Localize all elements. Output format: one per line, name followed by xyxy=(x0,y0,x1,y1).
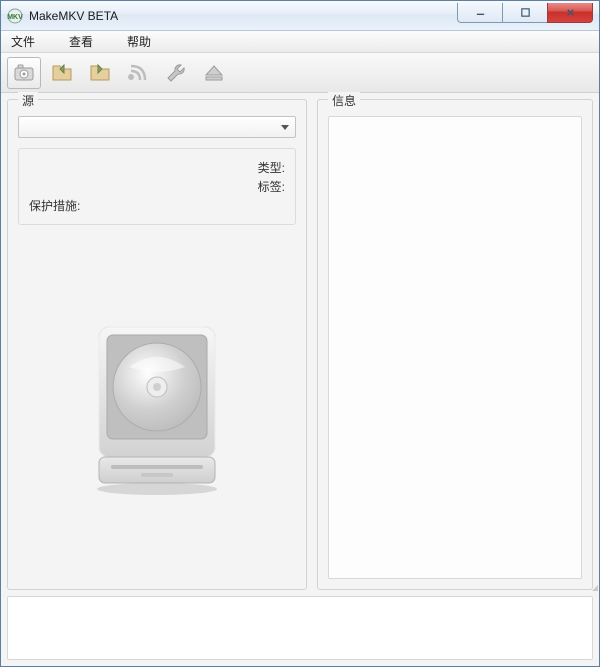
stream-button[interactable] xyxy=(121,57,155,89)
menu-view[interactable]: 查看 xyxy=(65,31,97,52)
info-legend: 信息 xyxy=(328,92,360,109)
minimize-button[interactable] xyxy=(457,3,503,23)
svg-text:MKV: MKV xyxy=(7,14,23,21)
source-legend: 源 xyxy=(18,92,38,109)
eject-icon xyxy=(202,61,226,85)
window-controls xyxy=(458,3,599,23)
source-group: 源 类型: 标签: 保护措施: xyxy=(7,99,307,590)
stream-icon xyxy=(126,61,150,85)
window-title: MakeMKV BETA xyxy=(29,9,118,23)
folder-in-icon xyxy=(50,61,74,85)
titlebar[interactable]: MKV MakeMKV BETA xyxy=(1,1,599,31)
app-window: MKV MakeMKV BETA 文件 查看 帮助 xyxy=(0,0,600,667)
eject-button[interactable] xyxy=(197,57,231,89)
protection-label: 保护措施: xyxy=(29,197,80,214)
drive-image-button[interactable] xyxy=(18,235,296,579)
resize-grip-icon[interactable] xyxy=(592,579,598,591)
source-combobox[interactable] xyxy=(18,116,296,138)
open-folder-button[interactable] xyxy=(45,57,79,89)
client-area: 源 类型: 标签: 保护措施: xyxy=(1,93,599,666)
info-textarea[interactable] xyxy=(328,116,582,579)
chevron-down-icon xyxy=(281,125,289,130)
menubar: 文件 查看 帮助 xyxy=(1,31,599,53)
optical-drive-icon xyxy=(77,317,237,497)
close-button[interactable] xyxy=(547,3,593,23)
wrench-icon xyxy=(164,61,188,85)
settings-button[interactable] xyxy=(159,57,193,89)
app-icon: MKV xyxy=(7,8,23,24)
source-details: 类型: 标签: 保护措施: xyxy=(18,148,296,225)
panels-row: 源 类型: 标签: 保护措施: xyxy=(7,99,593,590)
menu-help[interactable]: 帮助 xyxy=(123,31,155,52)
menu-file[interactable]: 文件 xyxy=(7,31,39,52)
type-label: 类型: xyxy=(258,159,285,176)
tag-label: 标签: xyxy=(258,178,285,195)
toolbar xyxy=(1,53,599,93)
save-folder-button[interactable] xyxy=(83,57,117,89)
folder-out-icon xyxy=(88,61,112,85)
camera-icon xyxy=(12,61,36,85)
info-group: 信息 xyxy=(317,99,593,590)
maximize-button[interactable] xyxy=(502,3,548,23)
open-disc-button[interactable] xyxy=(7,57,41,89)
log-panel[interactable] xyxy=(7,596,593,660)
